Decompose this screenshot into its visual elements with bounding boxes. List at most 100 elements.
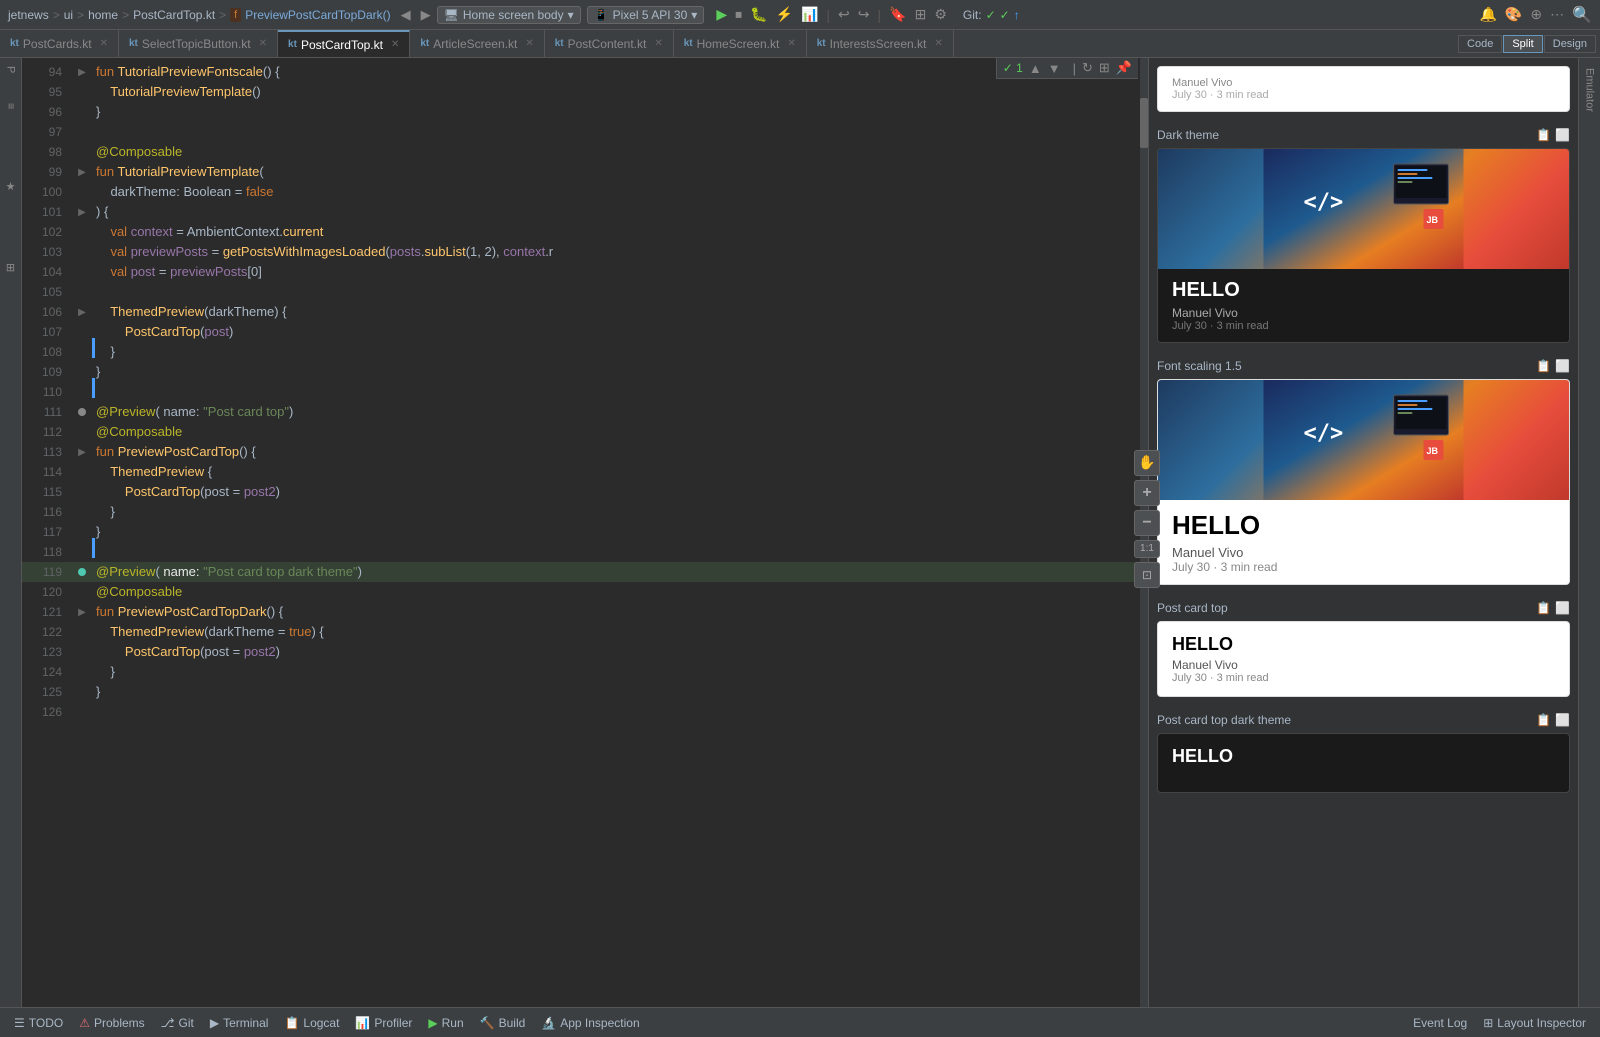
debug-icon[interactable]: 🐛	[748, 4, 769, 25]
zoom-fit-btn[interactable]: ⊡	[1148, 562, 1160, 588]
zoom-reset-btn[interactable]: 1:1	[1148, 540, 1160, 558]
tab-articlescreen-close[interactable]: ✕	[525, 38, 533, 49]
git-arrow-icon[interactable]: ↑	[1014, 8, 1020, 22]
refresh-icon[interactable]: ↻	[1082, 60, 1093, 76]
gear-111[interactable]	[78, 408, 86, 416]
preview-up-icon[interactable]: ▲	[1029, 61, 1042, 76]
tab-selecttopic-close[interactable]: ✕	[259, 38, 267, 49]
search-icon[interactable]: 🔍	[1572, 5, 1592, 25]
more-icon[interactable]: ⋯	[1548, 4, 1566, 25]
wl-icon[interactable]: ⊕	[1528, 4, 1544, 25]
zoom-in-btn[interactable]: +	[1148, 480, 1160, 506]
status-logcat-label: Logcat	[303, 1016, 339, 1030]
postcardtopdark-expand-icon[interactable]: ⬜	[1555, 713, 1570, 727]
fold-icon-113[interactable]: ▶	[78, 447, 86, 458]
notifications-icon[interactable]: 🔔	[1477, 4, 1498, 25]
code-line-100: 100 darkTheme: Boolean = false	[22, 182, 1140, 202]
code-line-95: 95 TutorialPreviewTemplate()	[22, 82, 1140, 102]
breadcrumb-home[interactable]: home	[88, 8, 118, 22]
grid-icon[interactable]: ⊞	[1099, 60, 1110, 76]
zoom-out-btn[interactable]: −	[1148, 510, 1160, 536]
editor-scrollbar-thumb[interactable]	[1140, 98, 1148, 148]
fontscale-expand-icon[interactable]: ⬜	[1555, 359, 1570, 373]
profile-icon[interactable]: 📊	[799, 4, 820, 25]
fontscale-meta: July 30 · 3 min read	[1172, 560, 1555, 574]
nav-back-icon[interactable]: ◀	[401, 7, 411, 23]
fold-icon-101[interactable]: ▶	[78, 207, 86, 218]
code-line-126: 126	[22, 702, 1140, 722]
postcardtop-save-icon[interactable]: 📋	[1536, 601, 1551, 615]
tab-postcards-close[interactable]: ✕	[100, 38, 108, 49]
tab-postcontent-close[interactable]: ✕	[654, 38, 662, 49]
status-profiler[interactable]: 📊 Profiler	[349, 1008, 418, 1037]
postcardtop-expand-icon[interactable]: ⬜	[1555, 601, 1570, 615]
apply-changes-icon[interactable]: ⚡	[774, 4, 795, 25]
hand-tool-btn[interactable]: ✋	[1148, 450, 1160, 476]
tab-articlescreen[interactable]: kt ArticleScreen.kt ✕	[410, 30, 544, 57]
undo-icon[interactable]: ↩	[836, 4, 852, 25]
code-line-119: 119 @Preview( name: "Post card top dark …	[22, 562, 1140, 582]
rtab-emulator[interactable]: Emulator	[1582, 58, 1598, 122]
status-run[interactable]: ▶ Run	[422, 1008, 469, 1037]
sidebar-project-icon[interactable]: P	[3, 62, 19, 77]
view-split-btn[interactable]: Split	[1503, 35, 1542, 53]
pin-active-icon[interactable]: 📌	[1116, 60, 1132, 76]
sidebar-structure-icon[interactable]: ≡	[3, 99, 19, 113]
git-check2-icon[interactable]: ✓	[1000, 8, 1010, 22]
breadcrumb-file[interactable]: PostCardTop.kt	[133, 8, 215, 22]
bookmarks-icon[interactable]: 🔖	[887, 4, 908, 25]
stop-icon[interactable]: ⏹	[733, 4, 744, 25]
tab-interestsscreen[interactable]: kt InterestsScreen.kt ✕	[807, 30, 954, 57]
status-todo[interactable]: ☰ TODO	[8, 1008, 69, 1037]
run-icon[interactable]: ▶	[714, 4, 729, 25]
preview-selector[interactable]: 🖥 Home screen body ▾	[437, 6, 581, 24]
tab-postcardtop[interactable]: kt PostCardTop.kt ✕	[278, 30, 410, 57]
theme-icon[interactable]: 🎨	[1503, 4, 1524, 25]
code-line-99: 99 ▶ fun TutorialPreviewTemplate(	[22, 162, 1140, 182]
code-view[interactable]: 94 ▶ fun TutorialPreviewFontscale() { 95…	[22, 58, 1148, 1007]
settings-icon[interactable]: ⚙	[932, 4, 949, 25]
nav-fwd-icon[interactable]: ▶	[421, 7, 431, 23]
tab-homescreen-close[interactable]: ✕	[787, 38, 795, 49]
fold-icon-121[interactable]: ▶	[78, 607, 86, 618]
breadcrumb-function[interactable]: PreviewPostCardTopDark()	[245, 8, 390, 22]
fontscale-save-icon[interactable]: 📋	[1536, 359, 1551, 373]
git-check-icon[interactable]: ✓	[986, 8, 996, 22]
status-build[interactable]: 🔨 Build	[474, 1008, 532, 1037]
postcardtopdark-save-icon[interactable]: 📋	[1536, 713, 1551, 727]
preview-scroll-area[interactable]: Manuel Vivo July 30 · 3 min read Dark th…	[1149, 58, 1578, 1007]
preview-down-icon[interactable]: ▼	[1048, 61, 1061, 76]
code-editor: ✓ 1 ▲ ▼ | ↻ ⊞ 📌 94 ▶ fun TutorialPreview…	[22, 58, 1148, 1007]
status-problems[interactable]: ⚠ Problems	[73, 1008, 150, 1037]
breadcrumb-project[interactable]: jetnews	[8, 8, 49, 22]
device-selector[interactable]: 📱 Pixel 5 API 30 ▾	[587, 6, 705, 24]
redo-icon[interactable]: ↪	[856, 4, 872, 25]
sidebar-build-icon[interactable]: ⊞	[2, 259, 19, 276]
status-layout-inspector[interactable]: ⊞ Layout Inspector	[1477, 1008, 1592, 1037]
fold-icon-94[interactable]: ▶	[78, 67, 86, 78]
tab-postcards[interactable]: kt PostCards.kt ✕	[0, 30, 119, 57]
gear-119[interactable]	[78, 568, 86, 576]
view-design-btn[interactable]: Design	[1544, 35, 1596, 53]
status-logcat[interactable]: 📋 Logcat	[278, 1008, 345, 1037]
view-code-btn[interactable]: Code	[1458, 35, 1502, 53]
fold-icon-99[interactable]: ▶	[78, 167, 86, 178]
tab-postcardtop-close[interactable]: ✕	[391, 39, 399, 50]
status-terminal[interactable]: ▶ Terminal	[204, 1008, 275, 1037]
tab-postcontent[interactable]: kt PostContent.kt ✕	[545, 30, 674, 57]
dark-expand-icon[interactable]: ⬜	[1555, 128, 1570, 142]
layout-icon[interactable]: ⊞	[913, 4, 929, 25]
tab-interestsscreen-close[interactable]: ✕	[934, 38, 942, 49]
dark-save-icon[interactable]: 📋	[1536, 128, 1551, 142]
status-event-log[interactable]: Event Log	[1407, 1008, 1473, 1037]
svg-text:</>: </>	[1304, 190, 1344, 215]
preview-card-top-partial: Manuel Vivo July 30 · 3 min read	[1157, 66, 1570, 112]
status-app-inspection[interactable]: 🔬 App Inspection	[535, 1008, 645, 1037]
tab-homescreen[interactable]: kt HomeScreen.kt ✕	[674, 30, 807, 57]
status-git[interactable]: ⎇ Git	[155, 1008, 200, 1037]
preview-label-fontscale-text: Font scaling 1.5	[1157, 359, 1242, 373]
tab-selecttopic[interactable]: kt SelectTopicButton.kt ✕	[119, 30, 278, 57]
breadcrumb-ui[interactable]: ui	[64, 8, 73, 22]
sidebar-favorites-icon[interactable]: ★	[2, 176, 19, 197]
fold-icon-106[interactable]: ▶	[78, 307, 86, 318]
